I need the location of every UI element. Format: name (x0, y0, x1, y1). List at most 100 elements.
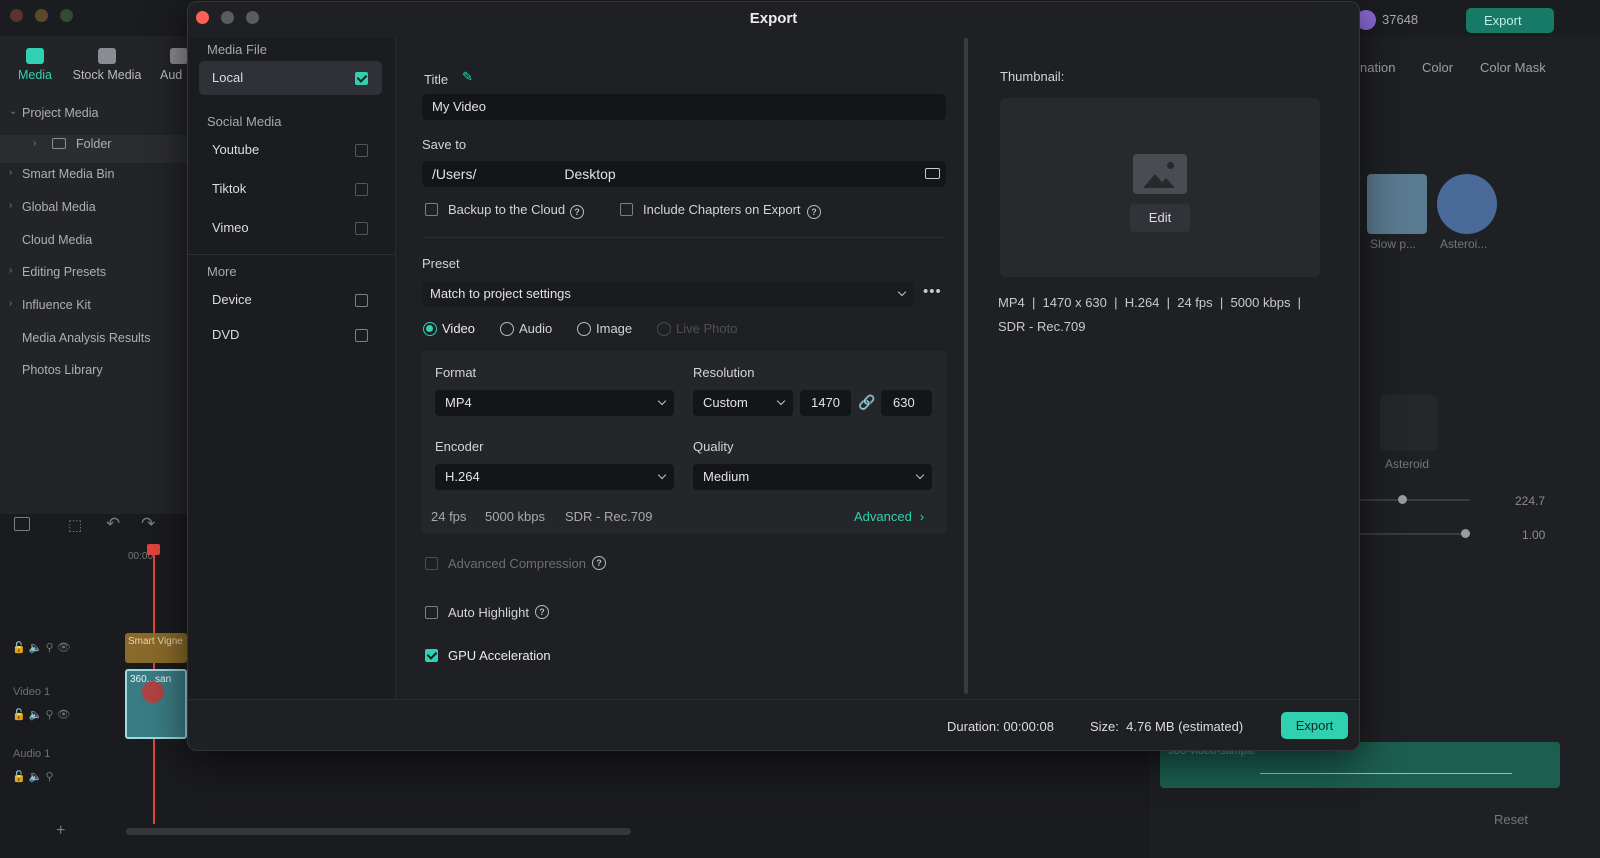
keyframe-line (1260, 773, 1512, 774)
sidebar-item-vimeo[interactable]: Vimeo (199, 211, 382, 245)
effect-thumb-asteroid[interactable] (1437, 174, 1497, 234)
video-settings-card: Format MP4 Resolution Custom 1470 🔗 630 … (421, 351, 947, 534)
playhead-handle[interactable] (147, 544, 160, 555)
gpu-acceleration-label: GPU Acceleration (448, 648, 551, 663)
chevron-down-icon (915, 470, 925, 480)
music-icon (170, 48, 188, 64)
social-media-header: Social Media (207, 114, 282, 129)
lib-item-project-media[interactable]: ⌄ Project Media (0, 106, 190, 120)
backup-cloud-checkbox[interactable] (425, 203, 438, 216)
resolution-height-input[interactable]: 630 (881, 390, 932, 416)
layout-icon[interactable] (14, 517, 30, 531)
youtube-checkbox[interactable] (355, 144, 368, 157)
sidebar-item-tiktok[interactable]: Tiktok (199, 172, 382, 206)
lib-item-cloud-media[interactable]: Cloud Media (0, 233, 190, 247)
link-icon[interactable]: 🔗 (858, 394, 875, 411)
sidebar-divider (188, 254, 396, 255)
preset-select[interactable]: Match to project settings (422, 281, 914, 307)
undo-icon[interactable]: ↶ (106, 514, 120, 534)
image-placeholder-icon (1133, 154, 1187, 194)
folder-browse-icon[interactable] (925, 168, 940, 179)
select-tool-icon[interactable]: ⬚ (68, 516, 82, 534)
resolution-select[interactable]: Custom (693, 390, 793, 416)
lib-item-global-media[interactable]: › Global Media (0, 200, 190, 214)
gpu-acceleration-checkbox[interactable] (425, 649, 438, 662)
clip-360-video[interactable]: 360...san (125, 669, 187, 739)
radio-image[interactable] (577, 322, 591, 336)
radio-audio[interactable] (500, 322, 514, 336)
ai-title-icon[interactable]: ✎ (462, 69, 473, 85)
title-input[interactable]: My Video (422, 94, 946, 120)
clip-smart-vignette[interactable]: Smart Vigne (125, 633, 187, 663)
tab-stock-media[interactable]: Stock Media (70, 48, 144, 82)
tab-color-mask[interactable]: Color Mask (1480, 60, 1546, 75)
track-audio-controls-icon[interactable]: 🔓 🔈 ⚲ (12, 770, 54, 783)
more-options-icon[interactable]: ••• (923, 283, 942, 300)
top-export-button[interactable]: Export (1466, 8, 1554, 33)
lib-item-media-analysis[interactable]: Media Analysis Results (0, 331, 190, 345)
track-video-controls-icon[interactable]: 🔓 🔈 ⚲ 👁 (12, 708, 71, 721)
summary-color: SDR - Rec.709 (565, 509, 653, 524)
export-button[interactable]: Export (1281, 712, 1348, 739)
slider-thumb-1[interactable] (1398, 495, 1407, 504)
chevron-down-icon (776, 396, 786, 406)
library-tabs: Media Stock Media Aud (0, 44, 190, 94)
chapters-help-icon[interactable]: ? (807, 205, 821, 219)
tiktok-checkbox[interactable] (355, 183, 368, 196)
planet-icon[interactable] (1380, 395, 1438, 451)
vimeo-checkbox[interactable] (355, 222, 368, 235)
more-header: More (207, 264, 237, 279)
bg-close-icon (10, 9, 23, 22)
timeline-scrollbar[interactable] (126, 828, 631, 835)
sidebar-item-local[interactable]: Local (199, 61, 382, 95)
tab-media[interactable]: Media (16, 48, 54, 82)
lib-item-editing-presets[interactable]: › Editing Presets (0, 265, 190, 279)
credits-count: 37648 (1382, 12, 1419, 27)
format-select[interactable]: MP4 (435, 390, 674, 416)
radio-image-label: Image (596, 321, 633, 336)
quality-select[interactable]: Medium (693, 464, 932, 490)
backup-help-icon[interactable]: ? (570, 205, 584, 219)
track-video-label: Video 1 (13, 686, 51, 698)
slider-value-2: 1.00 (1522, 528, 1546, 542)
advanced-compression-checkbox (425, 557, 438, 570)
thumbnail-preview[interactable]: Edit (1000, 98, 1320, 277)
reset-button[interactable]: Reset (1494, 812, 1528, 827)
tab-color[interactable]: Color (1422, 60, 1453, 75)
asteroid-effect-label: Asteroid (1385, 457, 1430, 471)
backup-cloud-label: Backup to the Cloud (448, 202, 566, 217)
lib-item-smart-media-bin[interactable]: › Smart Media Bin (0, 167, 190, 181)
auto-highlight-checkbox[interactable] (425, 606, 438, 619)
slider-thumb-2[interactable] (1461, 529, 1470, 538)
highlight-help-icon[interactable]: ? (535, 605, 549, 619)
device-checkbox[interactable] (355, 294, 368, 307)
advanced-compression-label: Advanced Compression (448, 556, 587, 571)
thumbnail-edit-button[interactable]: Edit (1130, 204, 1190, 232)
tab-animation[interactable]: nation (1360, 60, 1395, 75)
settings-scrollbar[interactable] (964, 38, 968, 694)
sidebar-item-device[interactable]: Device (199, 283, 382, 317)
add-track-icon[interactable]: + (56, 822, 65, 840)
save-path-input[interactable]: /Users/Desktop (422, 161, 946, 187)
compression-help-icon[interactable]: ? (592, 556, 606, 570)
lib-item-folder[interactable]: › Folder (0, 135, 190, 163)
redo-icon[interactable]: ↷ (141, 514, 155, 534)
tab-audio[interactable]: Aud (160, 48, 190, 82)
slider-track-1[interactable] (1360, 499, 1470, 501)
encoder-select[interactable]: H.264 (435, 464, 674, 490)
local-checkbox[interactable] (355, 72, 368, 85)
sidebar-item-dvd[interactable]: DVD (199, 318, 382, 352)
radio-video[interactable] (423, 322, 437, 336)
sidebar-item-youtube[interactable]: Youtube (199, 133, 382, 167)
advanced-link[interactable]: Advanced › (854, 509, 924, 524)
lib-item-photos-library[interactable]: Photos Library (0, 363, 190, 377)
include-chapters-checkbox[interactable] (620, 203, 633, 216)
slider-track-2[interactable] (1360, 533, 1470, 535)
dvd-checkbox[interactable] (355, 329, 368, 342)
effect-thumb-slow[interactable] (1367, 174, 1427, 234)
summary-bitrate: 5000 kbps (485, 509, 545, 524)
size-text: Size: 4.76 MB (estimated) (1090, 719, 1244, 734)
resolution-width-input[interactable]: 1470 (800, 390, 851, 416)
track-controls-icon[interactable]: 🔓 🔈 ⚲ 👁 (12, 641, 71, 654)
lib-item-influence-kit[interactable]: › Influence Kit (0, 298, 190, 312)
